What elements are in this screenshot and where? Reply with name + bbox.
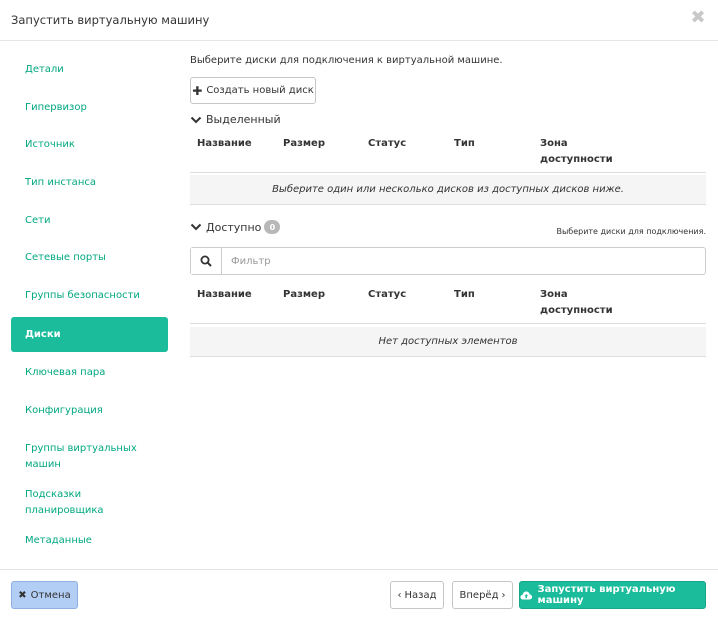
cancel-label: Отмена — [30, 589, 71, 601]
column-name[interactable]: Название — [197, 136, 252, 152]
available-hint: Выберите диски для подключения. — [556, 227, 706, 236]
cancel-button[interactable]: ✖ Отмена — [11, 581, 78, 609]
launch-instance-dialog: Запустить виртуальную машину ✖ Детали Ги… — [0, 0, 718, 620]
sidebar-item-security-groups[interactable]: Группы безопасности — [11, 277, 168, 315]
allocated-empty-message: Выберите один или несколько дисков из до… — [190, 175, 706, 205]
sidebar-item-label: Метаданные — [25, 535, 92, 546]
available-table-header: Название Размер Статус Тип Зона доступно… — [190, 287, 706, 324]
sidebar-item-configuration[interactable]: Конфигурация — [11, 392, 168, 430]
allocated-section-toggle[interactable]: Выделенный — [190, 113, 281, 126]
sidebar-item-volumes[interactable]: Диски — [11, 317, 168, 352]
sidebar-item-label: Диски — [25, 328, 61, 340]
launch-instance-button[interactable]: Запустить виртуальную машину — [519, 581, 706, 609]
sidebar-item-label: Ключевая пара — [25, 367, 106, 378]
column-name[interactable]: Название — [197, 287, 252, 303]
sidebar-item-networks[interactable]: Сети — [11, 202, 168, 239]
column-availability-zone[interactable]: Зона доступности — [540, 136, 620, 168]
column-availability-zone[interactable]: Зона доступности — [540, 287, 620, 319]
column-type[interactable]: Тип — [454, 287, 475, 303]
step-description: Выберите диски для подключения к виртуал… — [190, 55, 503, 66]
column-status[interactable]: Статус — [368, 287, 406, 303]
sidebar-item-label: Источник — [25, 139, 75, 150]
back-label: Назад — [404, 589, 437, 601]
allocated-title: Выделенный — [206, 113, 281, 126]
sidebar-item-details[interactable]: Детали — [11, 51, 168, 89]
available-count-badge: 0 — [264, 220, 281, 234]
sidebar-item-flavor[interactable]: Тип инстанса — [11, 164, 168, 202]
search-icon — [191, 248, 222, 274]
available-title: Доступно — [206, 220, 262, 234]
sidebar-item-key-pair[interactable]: Ключевая пара — [11, 354, 168, 392]
sidebar-item-label: Тип инстанса — [25, 177, 96, 188]
sidebar-item-metadata[interactable]: Метаданные — [11, 522, 168, 560]
column-status[interactable]: Статус — [368, 136, 406, 152]
next-button[interactable]: Вперёд › — [452, 581, 513, 609]
sidebar-item-server-groups[interactable]: Группы виртуальных машин — [11, 430, 168, 484]
sidebar-item-hypervisor[interactable]: Гипервизор — [11, 89, 168, 126]
sidebar-item-label: Конфигурация — [25, 405, 103, 416]
chevron-right-icon: › — [501, 589, 506, 601]
chevron-down-icon — [190, 223, 202, 231]
column-size[interactable]: Размер — [283, 136, 325, 152]
cloud-upload-icon — [520, 590, 533, 600]
wizard-sidebar: Детали Гипервизор Источник Тип инстанса … — [11, 51, 168, 560]
allocated-table-header: Название Размер Статус Тип Зона доступно… — [190, 136, 706, 173]
plus-icon: ✚ — [192, 83, 203, 98]
sidebar-item-label: Гипервизор — [25, 101, 87, 113]
times-icon: ✖ — [18, 589, 27, 601]
sidebar-item-network-ports[interactable]: Сетевые порты — [11, 239, 168, 277]
column-type[interactable]: Тип — [454, 136, 475, 152]
sidebar-item-label: Сетевые порты — [25, 252, 106, 263]
dialog-footer: ✖ Отмена ‹ Назад Вперёд › Запустить вирт… — [0, 569, 718, 620]
sidebar-item-scheduler-hints[interactable]: Подсказки планировщика — [11, 484, 168, 522]
dialog-header: Запустить виртуальную машину ✖ — [0, 0, 718, 41]
sidebar-item-label: Детали — [25, 64, 64, 75]
column-size[interactable]: Размер — [283, 287, 325, 303]
dialog-title: Запустить виртуальную машину — [11, 13, 210, 27]
sidebar-item-label: Группы виртуальных машин — [25, 443, 137, 470]
chevron-down-icon — [190, 116, 202, 123]
create-volume-label: Создать новый диск — [206, 85, 314, 96]
sidebar-item-label: Сети — [25, 214, 51, 226]
available-empty-message: Нет доступных элементов — [190, 327, 706, 357]
next-label: Вперёд — [459, 589, 499, 601]
chevron-left-icon: ‹ — [397, 589, 402, 601]
create-volume-button[interactable]: ✚ Создать новый диск — [190, 77, 316, 104]
filter-input[interactable] — [222, 248, 705, 274]
launch-label: Запустить виртуальную машину — [537, 584, 676, 606]
sidebar-item-label: Подсказки планировщика — [25, 489, 104, 516]
filter-bar — [190, 247, 706, 275]
close-icon[interactable]: ✖ — [690, 8, 706, 28]
sidebar-item-label: Группы безопасности — [25, 290, 140, 301]
back-button[interactable]: ‹ Назад — [390, 581, 444, 609]
available-section-toggle[interactable]: Доступно 0 — [190, 220, 281, 234]
sidebar-item-source[interactable]: Источник — [11, 126, 168, 164]
